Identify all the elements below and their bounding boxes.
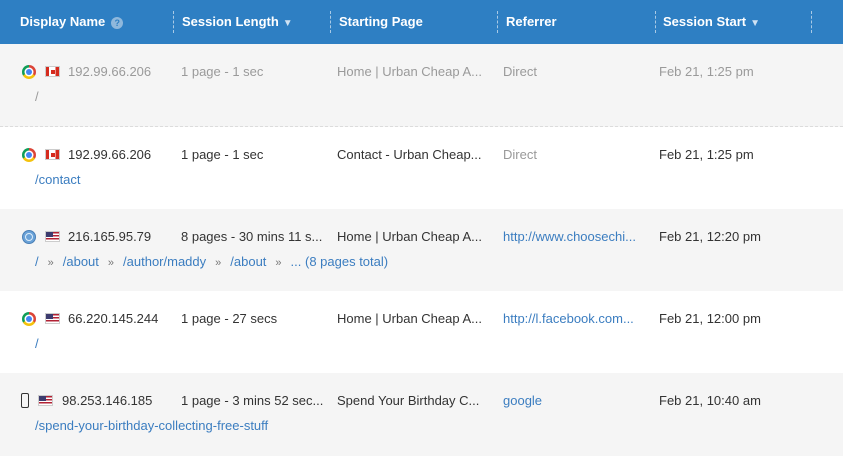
page-path: / » /about » /author/maddy » /about » ... (8 pag… — [35, 254, 388, 269]
path-link[interactable]: / — [35, 254, 39, 269]
referrer-link[interactable]: http://l.facebook.com... — [503, 310, 651, 328]
session-start: Feb 21, 12:00 pm — [659, 311, 761, 326]
column-starting-page-label: Starting Page — [339, 14, 423, 29]
column-divider[interactable] — [655, 11, 656, 33]
referrer-link[interactable]: http://www.choosechi... — [503, 228, 651, 246]
path-link[interactable]: / — [35, 89, 39, 104]
starting-page[interactable]: Contact - Urban Cheap... — [337, 146, 493, 164]
table-row[interactable]: 98.253.146.185 1 page - 3 mins 52 sec...… — [0, 373, 843, 456]
table-header: Display Name? Session Length ▼ Starting P… — [0, 0, 843, 44]
session-length: 8 pages - 30 mins 11 s... — [181, 229, 323, 244]
page-path: /spend-your-birthday-collecting-free-stu… — [35, 418, 268, 433]
chevron-right-icon: » — [275, 257, 282, 269]
mobile-phone-icon — [21, 393, 29, 408]
referrer: Direct — [503, 147, 537, 162]
session-length: 1 page - 3 mins 52 sec... — [181, 393, 324, 408]
ip-address[interactable]: 192.99.66.206 — [68, 146, 173, 164]
column-session-length[interactable]: Session Length ▼ — [182, 0, 293, 44]
column-session-start[interactable]: Session Start ▼ — [663, 0, 760, 44]
page-path: /contact — [35, 172, 81, 187]
session-length: 1 page - 1 sec — [181, 64, 264, 79]
chevron-right-icon: » — [47, 257, 54, 269]
referrer-link[interactable]: google — [503, 392, 651, 410]
session-start: Feb 21, 10:40 am — [659, 393, 761, 408]
session-start: Feb 21, 1:25 pm — [659, 147, 754, 162]
help-icon[interactable]: ? — [111, 16, 124, 29]
path-link[interactable]: /about — [230, 254, 266, 269]
sort-down-icon[interactable]: ▼ — [750, 18, 760, 29]
table-row[interactable]: 192.99.66.206 1 page - 1 sec Home | Urba… — [0, 44, 843, 127]
chrome-icon — [22, 312, 36, 326]
path-link[interactable]: /spend-your-birthday-collecting-free-stu… — [35, 418, 268, 433]
sessions-table: Display Name? Session Length ▼ Starting P… — [0, 0, 843, 456]
column-divider[interactable] — [811, 11, 812, 33]
path-link[interactable]: /author/maddy — [123, 254, 206, 269]
page-path: / — [35, 89, 39, 104]
column-display-name[interactable]: Display Name? — [20, 0, 124, 44]
path-link[interactable]: / — [35, 336, 39, 351]
session-length: 1 page - 1 sec — [181, 147, 264, 162]
column-divider[interactable] — [497, 11, 498, 33]
column-referrer-label: Referrer — [506, 14, 557, 29]
path-link[interactable]: /about — [63, 254, 99, 269]
column-starting-page[interactable]: Starting Page — [339, 0, 423, 44]
session-start: Feb 21, 1:25 pm — [659, 64, 754, 79]
column-session-start-label: Session Start — [663, 14, 747, 29]
page-path: / — [35, 336, 39, 351]
usa-flag-icon — [45, 231, 60, 242]
ip-address[interactable]: 216.165.95.79 — [68, 228, 173, 246]
column-display-name-label: Display Name — [20, 14, 106, 29]
starting-page[interactable]: Home | Urban Cheap A... — [337, 310, 493, 328]
usa-flag-icon — [45, 313, 60, 324]
session-length: 1 page - 27 secs — [181, 311, 278, 326]
table-row[interactable]: 192.99.66.206 1 page - 1 sec Contact - U… — [0, 127, 843, 210]
chrome-icon — [22, 65, 36, 79]
sort-down-icon[interactable]: ▼ — [283, 18, 293, 29]
column-divider[interactable] — [330, 11, 331, 33]
column-divider[interactable] — [173, 11, 174, 33]
starting-page[interactable]: Spend Your Birthday C... — [337, 392, 493, 410]
canada-flag-icon — [45, 149, 60, 160]
path-total-link[interactable]: ... (8 pages total) — [291, 254, 389, 269]
starting-page[interactable]: Home | Urban Cheap A... — [337, 63, 493, 81]
usa-flag-icon — [38, 395, 53, 406]
table-row[interactable]: 216.165.95.79 8 pages - 30 mins 11 s... … — [0, 209, 843, 292]
chrome-icon — [22, 148, 36, 162]
globe-icon — [22, 230, 36, 244]
path-link[interactable]: /contact — [35, 172, 81, 187]
canada-flag-icon — [45, 66, 60, 77]
session-start: Feb 21, 12:20 pm — [659, 229, 761, 244]
ip-address[interactable]: 66.220.145.244 — [68, 310, 173, 328]
starting-page[interactable]: Home | Urban Cheap A... — [337, 228, 493, 246]
chevron-right-icon: » — [107, 257, 115, 269]
column-session-length-label: Session Length — [182, 14, 279, 29]
ip-address[interactable]: 192.99.66.206 — [68, 63, 173, 81]
column-referrer[interactable]: Referrer — [506, 0, 557, 44]
referrer: Direct — [503, 64, 537, 79]
chevron-right-icon: » — [215, 257, 222, 269]
ip-address[interactable]: 98.253.146.185 — [62, 392, 173, 410]
table-row[interactable]: 66.220.145.244 1 page - 27 secs Home | U… — [0, 291, 843, 374]
